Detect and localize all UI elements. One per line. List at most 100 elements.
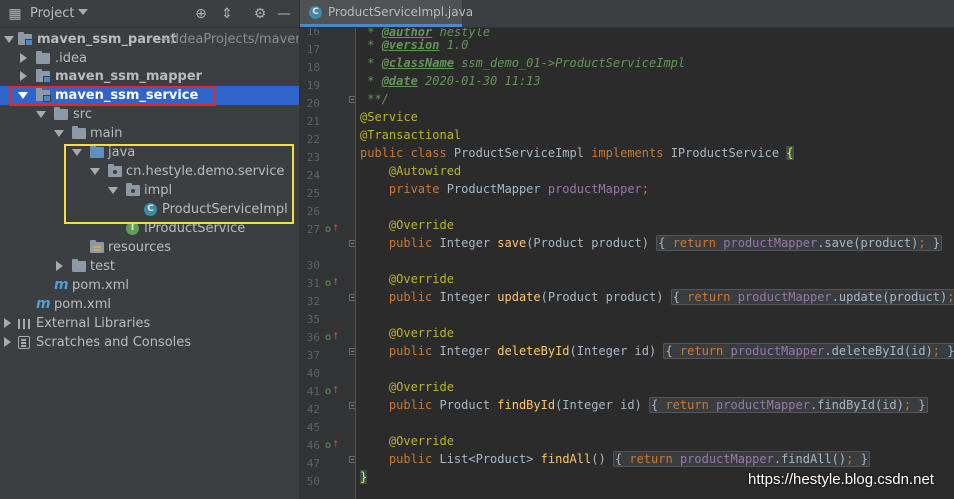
tree-item-label: test [90,259,115,274]
editor-tab-bar: C ProductServiceImpl.java [300,0,954,28]
override-arrow-icon[interactable]: ↑ [332,382,340,400]
line-number: 30 [306,259,320,272]
implements-gutter-icon[interactable]: o [325,221,331,239]
libraries-icon [18,319,30,329]
tree-item-test[interactable]: test [0,257,299,276]
tree-item-path: ~/IdeaProjects/maven [160,32,299,47]
scratches-icon [18,336,30,349]
code-line: @Override [388,380,454,394]
line-number-gutter: 16 17 18 19 20 21 22 23 24 25 26 27 30 3… [300,28,356,499]
implements-gutter-icon[interactable]: o [325,383,331,401]
chevron-right-icon[interactable] [20,53,27,63]
tree-item-service-pom[interactable]: m pom.xml [0,276,299,295]
project-panel: ▦ Project ⊕ ⇕ ⚙ — maven_ssm_parent ~/Ide… [0,0,299,499]
code-line: * @className ssm_demo_01->ProductService… [367,56,686,70]
tree-item-label: maven_ssm_parent [37,32,177,47]
line-number: 47 [306,457,320,470]
chevron-down-icon[interactable] [36,111,46,118]
fold-marker-icon[interactable] [349,348,355,355]
yellow-highlight-box [64,144,294,224]
hide-panel-icon[interactable]: — [275,5,293,23]
tree-item-parent-pom[interactable]: m pom.xml [0,295,299,314]
fold-marker-icon[interactable] [349,240,355,247]
tree-item-maven-ssm-parent[interactable]: maven_ssm_parent ~/IdeaProjects/maven [0,30,299,49]
code-line: @Override [388,326,454,340]
override-arrow-icon[interactable]: ↑ [332,436,340,454]
line-number: 40 [306,367,320,380]
tree-item-label: Scratches and Consoles [36,335,192,350]
chevron-down-icon[interactable] [4,36,14,43]
code-line: @Override [388,434,454,448]
line-number: 19 [306,79,320,92]
maven-icon: m [36,296,51,312]
fold-marker-icon[interactable] [349,402,355,409]
fold-marker-icon[interactable] [349,96,355,103]
line-number: 24 [306,169,320,182]
override-arrow-icon[interactable]: ↑ [332,328,340,346]
tree-item-external-libraries[interactable]: External Libraries [0,314,299,333]
folder-icon [72,126,86,139]
code-editor: C ProductServiceImpl.java 16 17 18 19 20… [300,0,954,499]
tree-item-label: resources [108,240,172,255]
chevron-down-icon[interactable] [54,130,64,137]
override-arrow-icon[interactable]: ↑ [332,274,340,292]
code-line: **/ [367,92,389,106]
tree-item-label: pom.xml [54,297,111,312]
line-number: 37 [306,349,320,362]
code-line: @Override [388,218,454,232]
code-line: } [360,470,368,484]
line-number: 32 [306,295,320,308]
project-view-icon: ▦ [8,6,22,22]
override-arrow-icon[interactable]: ↑ [332,220,340,238]
chevron-right-icon[interactable] [20,71,27,81]
line-number: 26 [306,205,320,218]
code-line: * @date 2020-01-30 11:13 [367,74,541,88]
code-line: @Override [388,272,454,286]
code-line: private ProductMapper productMapper; [388,182,650,196]
red-highlight-box [9,86,216,106]
tree-item-scratches[interactable]: Scratches and Consoles [0,333,299,352]
line-number: 23 [306,151,320,164]
tree-item-label: pom.xml [72,278,129,293]
tree-item-label: main [90,126,123,141]
folder-icon [72,259,86,272]
fold-marker-icon[interactable] [349,294,355,301]
chevron-right-icon[interactable] [4,318,11,328]
tree-item-src[interactable]: src [0,105,299,124]
chevron-down-icon[interactable] [78,9,88,15]
line-number: 31 [306,277,320,290]
resources-folder-icon [90,240,104,253]
code-line: public Integer save(Product product) { r… [388,235,943,251]
ide-window: ▦ Project ⊕ ⇕ ⚙ — maven_ssm_parent ~/Ide… [0,0,954,499]
tab-productserviceimpl[interactable]: C ProductServiceImpl.java [300,0,473,27]
tree-item-idea[interactable]: .idea [0,49,299,68]
gear-icon[interactable]: ⚙ [251,5,269,23]
line-number: 46 [306,439,320,452]
tree-item-maven-ssm-mapper[interactable]: maven_ssm_mapper [0,67,299,86]
code-area[interactable]: * @author hestyle * @version 1.0 * @clas… [360,28,954,499]
line-number: 16 [306,28,320,38]
project-panel-header: ▦ Project ⊕ ⇕ ⚙ — [0,0,299,28]
implements-gutter-icon[interactable]: o [325,437,331,455]
watermark-text: https://hestyle.blog.csdn.net [748,471,934,488]
collapse-all-icon[interactable]: ⇕ [218,5,236,23]
tree-item-resources[interactable]: resources [0,238,299,257]
chevron-right-icon[interactable] [56,261,63,271]
fold-marker-icon[interactable] [349,456,355,463]
tree-item-label: maven_ssm_mapper [55,69,203,84]
code-line: * @version 1.0 [367,38,469,52]
chevron-right-icon[interactable] [4,337,11,347]
line-number: 50 [306,475,320,488]
implements-gutter-icon[interactable]: o [325,275,331,293]
line-number: 21 [306,115,320,128]
implements-gutter-icon[interactable]: o [325,329,331,347]
tree-item-label: src [73,107,92,122]
code-line: @Service [360,110,418,124]
folder-icon [54,107,68,120]
code-line: public List<Product> findAll() { return … [388,451,870,467]
project-view-selector[interactable]: Project [30,6,74,21]
locate-icon[interactable]: ⊕ [192,5,210,23]
code-line: public Product findById(Integer id) { re… [388,397,928,413]
tree-item-main[interactable]: main [0,124,299,143]
tree-item-label: .idea [55,51,87,66]
